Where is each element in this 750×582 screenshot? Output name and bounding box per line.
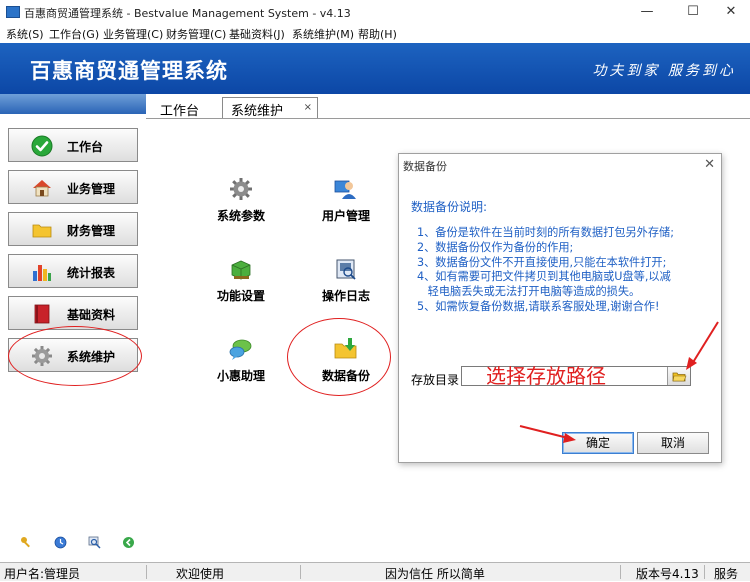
sidebar-item-finance[interactable]: 财务管理 — [8, 212, 138, 246]
func-operation-log[interactable]: 操作日志 — [301, 257, 391, 317]
status-motto: 因为信任 所以简单 — [385, 567, 485, 581]
sidebar-item-label: 业务管理 — [67, 182, 116, 196]
directory-input[interactable]: 选择存放路径 — [461, 364, 691, 388]
menu-bar: 系统(S) 工作台(G) 业务管理(C) 财务管理(C) 基础资料(J) 系统维… — [0, 24, 750, 43]
dialog-heading: 数据备份说明: — [411, 200, 488, 214]
magnifier-icon[interactable] — [88, 536, 101, 549]
sidebar-item-label: 工作台 — [67, 140, 104, 154]
menu-system[interactable]: 系统(S) — [6, 26, 44, 42]
close-button[interactable]: ✕ — [714, 2, 748, 22]
cancel-button[interactable]: 取消 — [637, 432, 709, 454]
banner-slogan: 功夫到家 服务到心 — [592, 63, 736, 79]
tab-bar: 工作台 系统维护 × — [146, 94, 750, 119]
tab-system-maintenance[interactable]: 系统维护 × — [222, 97, 318, 119]
func-feature-settings[interactable]: 功能设置 — [196, 257, 286, 317]
user-icon — [334, 180, 356, 199]
bar-chart-icon — [33, 265, 51, 281]
backup-dialog: 数据备份 ✕ 数据备份说明: 1、备份是软件在当前时刻的所有数据打包另外存储; … — [398, 153, 722, 463]
directory-label: 存放目录 — [411, 373, 460, 387]
chat-bubble-icon — [229, 339, 252, 360]
folder-icon — [32, 224, 52, 238]
dialog-close-button[interactable]: ✕ — [704, 157, 715, 172]
ok-button[interactable]: 确定 — [562, 432, 634, 454]
sidebar-item-basic-data[interactable]: 基础资料 — [8, 296, 138, 330]
func-label: 小惠助理 — [216, 369, 265, 383]
highlight-ring-maintenance — [8, 326, 142, 386]
browse-folder-button[interactable] — [667, 367, 690, 385]
window-title: 百惠商贸通管理系统 - Bestvalue Management System … — [24, 7, 351, 20]
app-banner: 百惠商贸通管理系统 功夫到家 服务到心 — [0, 43, 750, 94]
tab-label: 系统维护 — [231, 104, 284, 119]
status-divider — [146, 565, 147, 579]
func-user-management[interactable]: 用户管理 — [301, 177, 391, 237]
annotation-text: 选择存放路径 — [486, 364, 606, 388]
sidebar-item-label: 统计报表 — [67, 266, 116, 280]
menu-basic-data[interactable]: 基础资料(J) — [229, 26, 285, 42]
app-icon — [6, 6, 20, 18]
clock-icon[interactable] — [54, 536, 67, 549]
window-titlebar: 百惠商贸通管理系统 - Bestvalue Management System … — [0, 0, 750, 24]
sidebar-item-label: 基础资料 — [67, 308, 116, 322]
func-label: 功能设置 — [216, 289, 265, 303]
status-bar: 用户名:管理员 欢迎使用 因为信任 所以简单 版本号4.13 服务 — [0, 562, 750, 581]
tab-workbench[interactable]: 工作台 — [160, 100, 199, 119]
sidebar-item-reports[interactable]: 统计报表 — [8, 254, 138, 288]
func-label: 用户管理 — [321, 209, 370, 223]
status-user: 用户名:管理员 — [4, 567, 81, 581]
open-folder-icon — [672, 372, 687, 382]
green-arrow-icon[interactable] — [122, 536, 135, 549]
menu-workbench[interactable]: 工作台(G) — [49, 26, 99, 42]
status-divider — [300, 565, 301, 579]
func-assistant[interactable]: 小惠助理 — [196, 337, 286, 397]
status-service: 服务 — [714, 567, 739, 581]
status-version: 版本号4.13 — [636, 567, 699, 581]
key-icon[interactable] — [20, 536, 33, 549]
check-circle-icon — [31, 135, 53, 157]
note-line: 1、备份是软件在当前时刻的所有数据打包另外存储; — [417, 226, 675, 239]
menu-help[interactable]: 帮助(H) — [358, 26, 397, 42]
menu-business[interactable]: 业务管理(C) — [103, 26, 163, 42]
book-icon — [34, 304, 50, 324]
status-divider — [620, 565, 621, 579]
status-divider — [704, 565, 705, 579]
green-box-icon — [231, 260, 251, 280]
menu-maintenance[interactable]: 系统维护(M) — [292, 26, 354, 42]
maximize-button[interactable]: ☐ — [676, 2, 710, 22]
note-line: 3、数据备份文件不开直接使用,只能在本软件打开; — [417, 255, 667, 269]
func-label: 系统参数 — [216, 209, 265, 223]
status-welcome: 欢迎使用 — [176, 567, 225, 581]
sidebar-item-workbench[interactable]: 工作台 — [8, 128, 138, 162]
house-icon — [33, 180, 51, 197]
func-system-params[interactable]: 系统参数 — [196, 177, 286, 237]
note-line: 4、如有需要可把文件拷贝到其他电脑或U盘等,以减 — [417, 270, 671, 284]
sidebar-item-label: 财务管理 — [67, 224, 116, 238]
sidebar-toolbar — [0, 524, 146, 562]
log-icon — [336, 259, 356, 280]
dialog-notes: 1、备份是软件在当前时刻的所有数据打包另外存储; 2、数据备份仅作为备份的作用;… — [417, 226, 717, 315]
dialog-title: 数据备份 — [403, 160, 447, 173]
highlight-ring-backup — [287, 318, 391, 396]
menu-finance[interactable]: 财务管理(C) — [166, 26, 226, 42]
sidebar-item-business[interactable]: 业务管理 — [8, 170, 138, 204]
note-line: 2、数据备份仅作为备份的作用; — [417, 240, 574, 254]
minimize-button[interactable]: — — [630, 2, 664, 22]
banner-title: 百惠商贸通管理系统 — [30, 58, 228, 83]
note-line: 5、如需恢复备份数据,请联系客服处理,谢谢合作! — [417, 299, 660, 313]
func-label: 操作日志 — [321, 289, 370, 303]
note-line: 轻电脑丢失或无法打开电脑等造成的损失。 — [417, 285, 641, 299]
sidebar-header — [0, 94, 146, 114]
tab-close-icon[interactable]: × — [304, 102, 312, 113]
gear-icon — [230, 178, 252, 200]
